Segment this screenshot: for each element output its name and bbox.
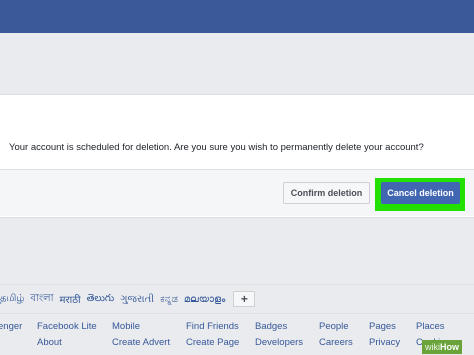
language-link-marathi[interactable]: मराठी: [60, 292, 81, 306]
language-link-gujarati[interactable]: ગુજરાતી: [120, 294, 154, 305]
footer-divider: [0, 284, 474, 285]
footer-link-about[interactable]: About: [37, 337, 62, 348]
footer-link-people[interactable]: People: [319, 321, 349, 332]
watermark-how: How: [440, 342, 459, 352]
footer-link-pages[interactable]: Pages: [369, 321, 396, 332]
language-selector-row: தமிழ் বাংলা मराठी తెలుగు ગુજરાતી ಕನ್ನಡ മ…: [0, 291, 256, 308]
footer-links-divider: [0, 313, 474, 314]
wikihow-watermark: wiki How: [422, 340, 462, 354]
language-link-malayalam[interactable]: മലയാളം: [184, 294, 225, 305]
footer-link-create-page[interactable]: Create Page: [186, 337, 239, 348]
language-link-kannada[interactable]: ಕನ್ನಡ: [160, 294, 178, 305]
add-language-button[interactable]: +: [233, 291, 256, 307]
footer-link-badges[interactable]: Badges: [255, 321, 287, 332]
footer-link-find-friends[interactable]: Find Friends: [186, 321, 239, 332]
language-link-bengali[interactable]: বাংলা: [30, 291, 53, 308]
watermark-wiki: wiki: [425, 342, 440, 352]
footer-link-mobile[interactable]: Mobile: [112, 321, 140, 332]
footer-link-careers[interactable]: Careers: [319, 337, 353, 348]
deletion-message: Your account is scheduled for deletion. …: [9, 142, 424, 153]
footer-links: enger Facebook Lite Mobile Find Friends …: [0, 321, 474, 355]
footer-link-create-advert[interactable]: Create Advert: [112, 337, 170, 348]
facebook-header-bar: [0, 0, 474, 33]
footer-link-facebook-lite[interactable]: Facebook Lite: [37, 321, 97, 332]
footer-link-privacy[interactable]: Privacy: [369, 337, 400, 348]
cancel-deletion-button[interactable]: Cancel deletion: [381, 182, 460, 204]
footer-link-places[interactable]: Places: [416, 321, 445, 332]
language-link-tamil[interactable]: தமிழ்: [0, 293, 24, 305]
confirm-deletion-button[interactable]: Confirm deletion: [283, 182, 370, 204]
language-link-telugu[interactable]: తెలుగు: [87, 292, 115, 306]
footer-link-messenger[interactable]: enger: [0, 321, 22, 332]
footer-link-developers[interactable]: Developers: [255, 337, 303, 348]
